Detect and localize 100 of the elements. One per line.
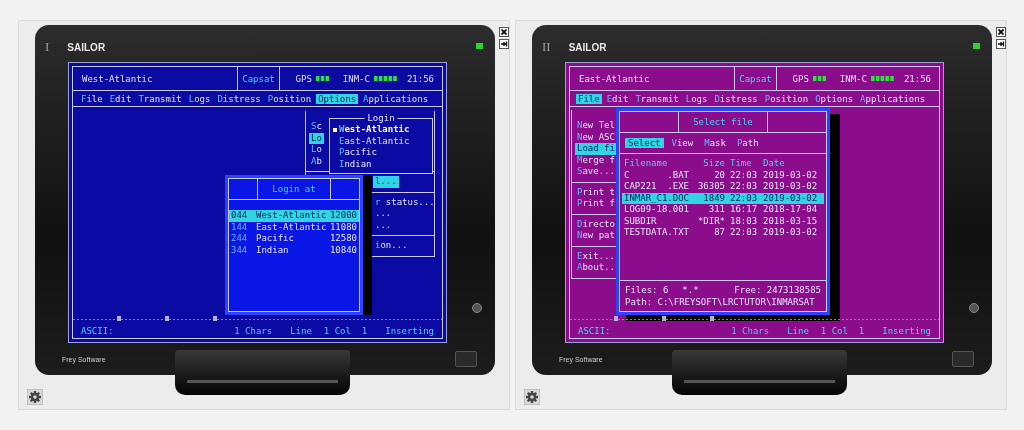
table-cell: 16:17 xyxy=(730,204,758,216)
menu-item[interactable]: New ASC xyxy=(575,131,617,143)
submenu-title: Login xyxy=(364,113,398,124)
menu-item[interactable]: Lo xyxy=(309,144,324,156)
led-icon xyxy=(973,43,980,49)
pin-icon[interactable] xyxy=(499,39,509,49)
menu-item[interactable]: Print t xyxy=(575,186,617,198)
menu-item[interactable]: Options xyxy=(813,93,856,104)
menu-item[interactable]: File xyxy=(576,93,602,104)
menu-item[interactable]: About.. xyxy=(575,262,617,274)
column-header: Size xyxy=(702,158,725,170)
menu-item[interactable]: ion... xyxy=(373,240,410,252)
menu-item[interactable]: File xyxy=(79,93,105,104)
file-row[interactable]: INMAR_C1.DOC 1849 22:03 2019-03-02 xyxy=(622,192,824,204)
submenu-item-label: Pacific xyxy=(339,147,377,159)
table-cell: 18:03 xyxy=(730,215,758,227)
menu-item[interactable]: ... xyxy=(373,219,394,231)
submenu-item[interactable]: Pacific xyxy=(333,147,429,159)
table-cell: 22:03 xyxy=(730,181,758,193)
menu-item[interactable]: Lo xyxy=(309,132,324,144)
menu-item[interactable]: Transmit xyxy=(136,93,184,104)
menu-item[interactable]: Distress xyxy=(215,93,263,104)
panel-numeral: II xyxy=(542,39,551,55)
menu-item[interactable]: Print f xyxy=(575,198,617,210)
panel-numeral: I xyxy=(45,39,50,55)
provider-label: Capsat xyxy=(242,73,275,84)
knob-icon[interactable] xyxy=(969,303,979,313)
location-label: West-Atlantic xyxy=(82,73,153,84)
menu-item[interactable]: Logs xyxy=(186,93,213,104)
insert-mode-label: Inserting xyxy=(385,325,434,336)
list-cell: 11080 xyxy=(329,221,357,233)
menu-item[interactable]: Directo xyxy=(575,218,617,230)
file-row[interactable]: TESTDATA.TXT 87 22:03 2019-03-02 xyxy=(622,227,824,239)
menu-item[interactable]: Logs xyxy=(683,93,710,104)
list-cell: 10840 xyxy=(329,244,357,256)
menu-item[interactable]: Merge f xyxy=(575,154,617,166)
settings-icon[interactable] xyxy=(524,389,540,405)
menu-item[interactable]: Exit... xyxy=(575,250,617,262)
inm-label: INM-C xyxy=(839,73,867,84)
menu-item[interactable]: Applications xyxy=(858,93,928,104)
close-icon[interactable] xyxy=(996,27,1006,37)
menu-item[interactable]: Distress xyxy=(712,93,760,104)
pin-icon[interactable] xyxy=(996,39,1006,49)
menu-item[interactable]: Edit xyxy=(107,93,134,104)
knob-icon[interactable] xyxy=(472,303,482,313)
menu-item[interactable]: Sc xyxy=(309,121,324,133)
list-cell: East-Atlantic xyxy=(256,221,327,233)
settings-icon[interactable] xyxy=(27,389,43,405)
list-cell-text: 044 xyxy=(231,210,249,222)
table-cell: 2019-03-02 xyxy=(763,227,818,239)
list-cell-text: Pacific xyxy=(256,233,295,245)
mode-label: ASCII: xyxy=(81,325,114,336)
submenu-item[interactable]: East-Atlantic xyxy=(333,135,429,147)
tab[interactable]: Mask xyxy=(701,138,729,148)
menu-item[interactable]: Transmit xyxy=(633,93,681,104)
list-row[interactable]: 144 East-Atlantic 11080 xyxy=(229,221,359,233)
chars-label: 1 Chars xyxy=(234,325,273,336)
file-row[interactable]: SUBDIR *DIR* 18:03 2018-03-15 xyxy=(622,215,824,227)
menu-item[interactable]: Position xyxy=(762,93,811,104)
dialog-title: Select file xyxy=(693,117,753,127)
menu-item[interactable]: Position xyxy=(265,93,314,104)
mask-label: *.* xyxy=(682,285,699,297)
list-row[interactable]: 244 Pacific 12580 xyxy=(229,233,359,245)
file-count-label: Files: 6 xyxy=(625,285,669,297)
gps-label: GPS xyxy=(792,73,809,84)
tab[interactable]: View xyxy=(668,138,697,148)
table-cell: LOG09-18.001 xyxy=(624,204,690,216)
submenu-item[interactable]: Indian xyxy=(333,158,429,170)
menu-item[interactable]: Applications xyxy=(361,93,431,104)
inm-label: INM-C xyxy=(342,73,370,84)
menu-item[interactable]: Load fi xyxy=(575,143,617,155)
menu-item[interactable]: Edit xyxy=(604,93,631,104)
menu-item[interactable]: New pat xyxy=(575,230,617,242)
list-row[interactable]: 044 West-Atlantic 12000 xyxy=(229,210,359,222)
brand-logo: SAILOR xyxy=(67,41,106,53)
menu-item[interactable]: Ab xyxy=(309,155,324,167)
list-cell-text: Indian xyxy=(256,244,290,256)
submenu-item[interactable]: West-Atlantic xyxy=(333,124,429,136)
table-cell: INMAR_C1.DOC xyxy=(624,192,690,204)
list-cell-text: 144 xyxy=(231,221,249,233)
table-cell-text: 311 xyxy=(707,204,725,216)
menu-item[interactable]: ... xyxy=(373,208,394,220)
close-icon[interactable] xyxy=(499,27,509,37)
file-row[interactable]: CAP221 .EXE 36305 22:03 2019-03-02 xyxy=(622,181,824,193)
brand-logo: SAILOR xyxy=(568,41,607,53)
tab[interactable]: Path xyxy=(733,138,762,148)
menu-item[interactable]: New Tel xyxy=(575,120,617,132)
file-row[interactable]: C .BAT 20 22:03 2019-03-02 xyxy=(622,169,824,181)
table-cell: 22:03 xyxy=(730,227,758,239)
tab[interactable]: Select xyxy=(625,138,664,148)
menu-item[interactable]: r status... xyxy=(373,196,437,208)
menu-item[interactable]: Options xyxy=(316,93,359,104)
table-cell-text: 1849 xyxy=(702,192,725,204)
provider-label: Capsat xyxy=(739,73,772,84)
file-row[interactable]: LOG09-18.001 311 16:17 2018-17-04 xyxy=(622,204,824,216)
menu-item[interactable]: l... xyxy=(373,176,399,188)
table-cell-text: 20 xyxy=(713,169,725,181)
signal-bars-icon xyxy=(870,76,894,81)
list-row[interactable]: 344 Indian 10840 xyxy=(229,244,359,256)
menu-item[interactable]: Save... xyxy=(575,166,617,178)
